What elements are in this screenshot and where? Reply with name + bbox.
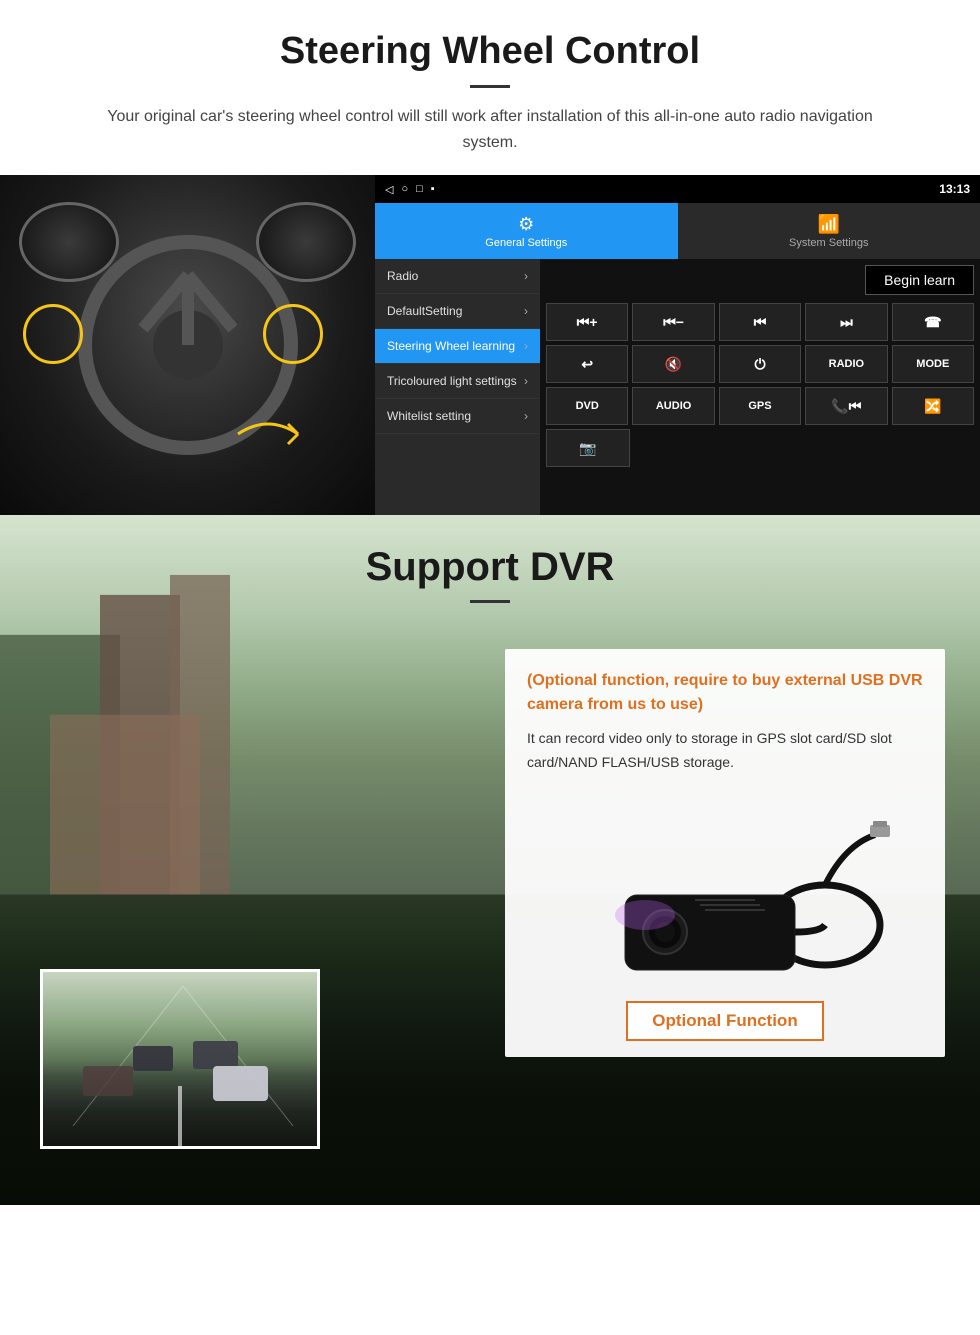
gear-icon: ⚙ [518, 214, 534, 235]
dvr-camera-area [527, 785, 923, 985]
tab-general-settings[interactable]: ⚙ General Settings [375, 203, 678, 259]
header-section: Steering Wheel Control Your original car… [0, 0, 980, 175]
mode-btn[interactable]: MODE [892, 345, 974, 383]
tab-general-label: General Settings [485, 237, 567, 249]
page-title: Steering Wheel Control [60, 30, 920, 73]
next-btn[interactable]: ⏭ [805, 303, 887, 341]
steering-section: ◁ ○ □ ▪ 13:13 ⚙ General Settings 📶 Syste… [0, 175, 980, 515]
radio-btn[interactable]: RADIO [805, 345, 887, 383]
control-panel: Begin learn ⏮+ ⏮− ⏮ ⏭ ☎ ↩ 🔇 ⏻ RADIO MODE [540, 259, 980, 515]
dvr-thumbnail [40, 969, 320, 1149]
status-time: 13:13 [939, 182, 970, 196]
chevron-right-icon: › [524, 374, 528, 388]
prev-btn[interactable]: ⏮ [719, 303, 801, 341]
highlight-circle-left [23, 304, 83, 364]
control-grid-row3: DVD AUDIO GPS 📞⏮ 🔀 [546, 387, 974, 425]
chevron-right-icon: › [524, 304, 528, 318]
dvr-divider [470, 600, 510, 603]
gps-btn[interactable]: GPS [719, 387, 801, 425]
dvr-info-card: (Optional function, require to buy exter… [505, 649, 945, 1057]
power-btn[interactable]: ⏻ [719, 345, 801, 383]
menu-item-default[interactable]: DefaultSetting › [375, 294, 540, 329]
dvr-description: It can record video only to storage in G… [527, 727, 923, 775]
phone-prev-btn[interactable]: 📞⏮ [805, 387, 887, 425]
vol-up-btn[interactable]: ⏮+ [546, 303, 628, 341]
begin-learn-button[interactable]: Begin learn [865, 265, 974, 295]
recents-icon: □ [416, 183, 423, 195]
mute-btn[interactable]: 🔇 [632, 345, 714, 383]
dvd-btn[interactable]: DVD [546, 387, 628, 425]
tab-system-label: System Settings [789, 237, 868, 249]
android-tabs[interactable]: ⚙ General Settings 📶 System Settings [375, 203, 980, 259]
tab-system-settings[interactable]: 📶 System Settings [678, 203, 980, 259]
begin-learn-row: Begin learn [546, 265, 974, 295]
dvr-section: Support DVR [0, 515, 980, 1205]
settings-menu: Radio › DefaultSetting › Steering Wheel … [375, 259, 540, 515]
vol-down-btn[interactable]: ⏮− [632, 303, 714, 341]
menu-icon: ▪ [431, 183, 435, 195]
chevron-right-icon: › [524, 339, 528, 353]
dvr-camera-svg [555, 785, 895, 985]
extra-btn[interactable]: 📷 [546, 429, 630, 467]
highlight-circle-right [263, 304, 323, 364]
android-statusbar: ◁ ○ □ ▪ 13:13 [375, 175, 980, 203]
menu-item-steering[interactable]: Steering Wheel learning › [375, 329, 540, 364]
title-divider [470, 85, 510, 88]
dvr-thumbnail-bg [43, 972, 317, 1146]
chevron-right-icon: › [524, 269, 528, 283]
audio-btn[interactable]: AUDIO [632, 387, 714, 425]
dvr-content: (Optional function, require to buy exter… [0, 639, 980, 1199]
phone-btn[interactable]: ☎ [892, 303, 974, 341]
dvr-left-area [0, 639, 470, 1199]
back-icon: ◁ [385, 183, 393, 196]
control-grid-row1: ⏮+ ⏮− ⏮ ⏭ ☎ [546, 303, 974, 341]
dvr-optional-text: (Optional function, require to buy exter… [527, 669, 923, 717]
hangup-btn[interactable]: ↩ [546, 345, 628, 383]
optional-function-button[interactable]: Optional Function [626, 1001, 823, 1041]
menu-item-radio[interactable]: Radio › [375, 259, 540, 294]
chevron-right-icon: › [524, 409, 528, 423]
menu-item-whitelist[interactable]: Whitelist setting › [375, 399, 540, 434]
home-icon: ○ [401, 183, 408, 195]
subtitle-text: Your original car's steering wheel contr… [80, 104, 900, 155]
dvr-header: Support DVR [0, 515, 980, 619]
dvr-title: Support DVR [0, 545, 980, 590]
dvr-right-area: (Optional function, require to buy exter… [470, 639, 980, 1199]
control-grid-row4: 📷 [546, 429, 974, 467]
arrow-indicator [228, 404, 308, 464]
statusbar-nav-icons: ◁ ○ □ ▪ [385, 183, 435, 196]
menu-item-tricoloured[interactable]: Tricoloured light settings › [375, 364, 540, 399]
android-panel: ◁ ○ □ ▪ 13:13 ⚙ General Settings 📶 Syste… [375, 175, 980, 515]
steering-wheel-image [0, 175, 375, 515]
shuffle-next-btn[interactable]: 🔀 [892, 387, 974, 425]
menu-control-area: Radio › DefaultSetting › Steering Wheel … [375, 259, 980, 515]
wifi-icon: 📶 [818, 214, 840, 235]
control-grid-row2: ↩ 🔇 ⏻ RADIO MODE [546, 345, 974, 383]
